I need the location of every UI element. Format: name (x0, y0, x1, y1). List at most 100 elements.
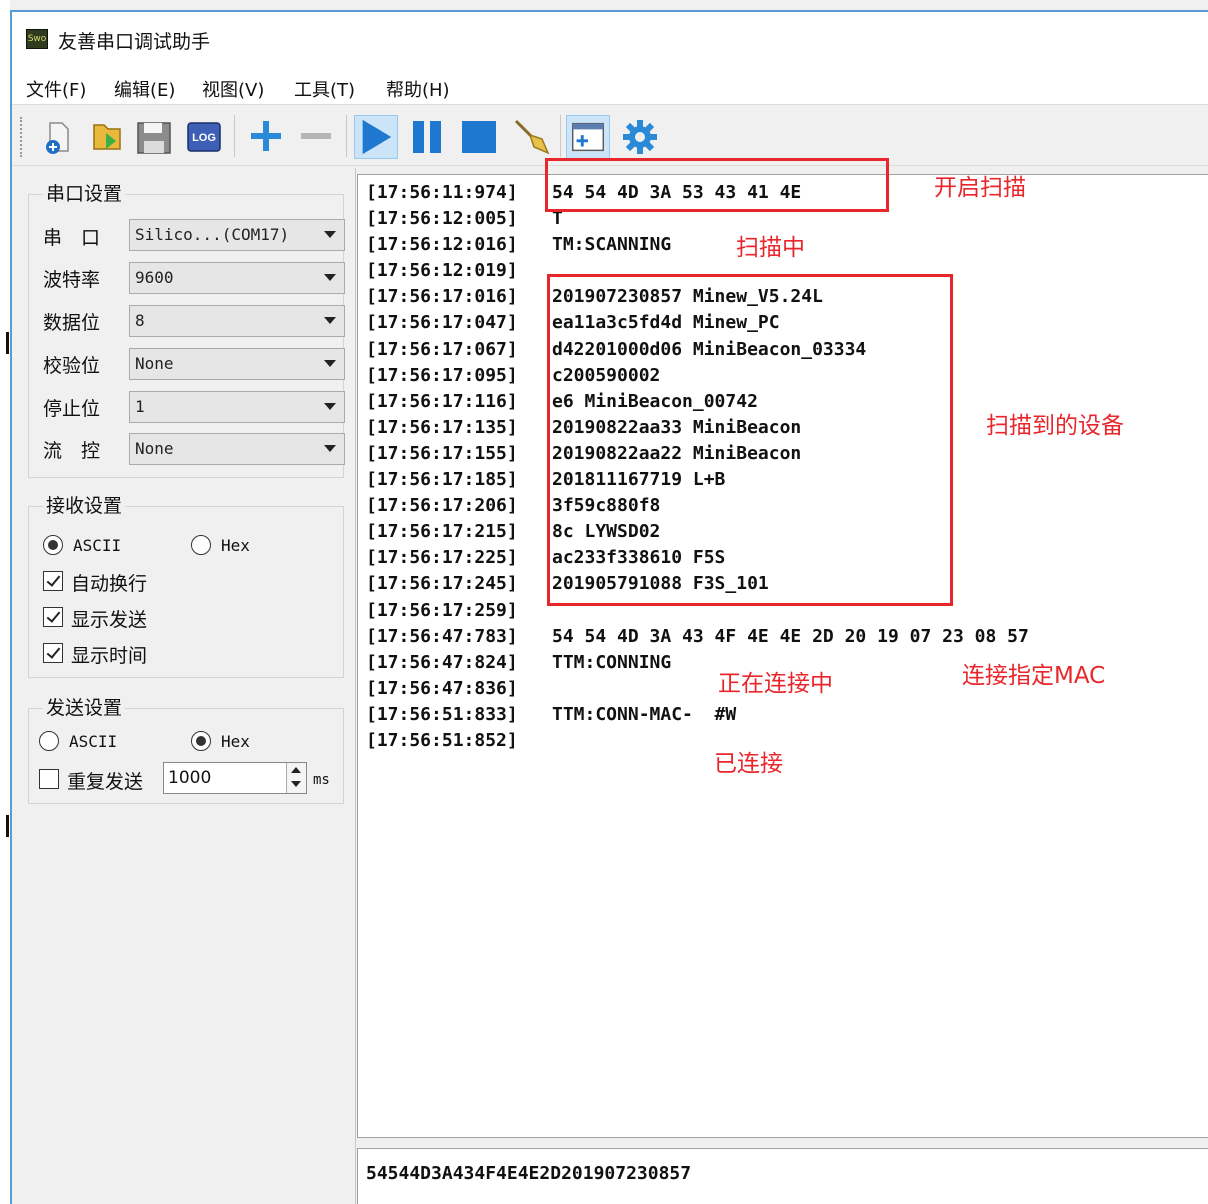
databits-value: 8 (135, 311, 145, 330)
show-send-label: 显示发送 (71, 609, 148, 631)
stopbits-select[interactable]: 1 (129, 391, 345, 423)
settings-gear-icon[interactable] (618, 115, 662, 159)
baud-select[interactable]: 9600 (129, 262, 345, 294)
log-timestamp: [17:56:17:245] (366, 573, 518, 595)
menu-help[interactable]: 帮助(H) (386, 76, 450, 102)
stop-icon[interactable] (458, 115, 502, 159)
databits-label: 数据位 (43, 312, 101, 334)
window-title: 友善串口调试助手 (58, 31, 211, 53)
send-settings-group: 发送设置 ASCII Hex 重复发送 1000 ms (28, 693, 344, 804)
log-timestamp: [17:56:17:155] (366, 442, 518, 464)
play-icon[interactable] (354, 115, 398, 159)
stopbits-value: 1 (135, 397, 145, 416)
toolbar-separator (560, 115, 561, 157)
flow-control-value: None (135, 439, 174, 458)
log-timestamp: [17:56:12:019] (366, 260, 518, 282)
toolbar-separator (346, 115, 347, 157)
send-settings-title: 发送设置 (43, 693, 126, 720)
log-line: [17:56:12:016] TM:SCANNING (366, 232, 1029, 258)
annotation-connected: 已连接 (714, 751, 783, 777)
chevron-down-icon[interactable] (291, 781, 301, 787)
stopbits-label: 停止位 (43, 398, 101, 420)
flow-control-select[interactable]: None (129, 433, 345, 465)
show-send-checkbox[interactable] (43, 607, 63, 627)
chevron-up-icon[interactable] (291, 767, 301, 773)
show-time-checkbox[interactable] (43, 643, 63, 663)
menu-tools[interactable]: 工具(T) (294, 76, 355, 102)
log-line: [17:56:47:824] TTM:CONNING (366, 650, 1029, 676)
toolbar-separator (234, 115, 235, 157)
toolbar-grip[interactable] (20, 117, 24, 157)
repeat-interval-value: 1000 (168, 768, 212, 788)
new-file-icon[interactable] (36, 115, 80, 159)
toolbar: LOG (12, 104, 1208, 166)
chevron-down-icon (324, 274, 336, 281)
port-select[interactable]: Silico...(COM17) (129, 219, 345, 251)
log-timestamp: [17:56:51:833] (366, 703, 518, 725)
show-time-label: 显示时间 (71, 645, 148, 667)
send-hex-label: Hex (221, 732, 250, 751)
receive-ascii-label: ASCII (73, 536, 122, 555)
save-icon[interactable] (132, 115, 176, 159)
send-hex-radio[interactable] (191, 731, 211, 751)
auto-wrap-checkbox[interactable] (43, 571, 63, 591)
log-message: TTM:CONN-MAC- #W (552, 703, 737, 725)
receive-ascii-radio[interactable] (43, 535, 63, 555)
log-message: 54 54 4D 3A 43 4F 4E 4E 2D 20 19 07 23 0… (552, 625, 1029, 647)
log-timestamp: [17:56:47:783] (366, 625, 518, 647)
baud-label: 波特率 (43, 269, 101, 291)
chevron-down-icon (324, 360, 336, 367)
receive-hex-radio[interactable] (191, 535, 211, 555)
chevron-down-icon (324, 231, 336, 238)
open-folder-icon[interactable] (86, 115, 130, 159)
log-timestamp: [17:56:17:135] (366, 416, 518, 438)
start-scan-highlight-box (545, 158, 889, 212)
left-screen-edge (0, 0, 10, 1204)
repeat-send-checkbox[interactable] (39, 769, 59, 789)
log-timestamp: [17:56:17:116] (366, 390, 518, 412)
menu-view[interactable]: 视图(V) (202, 76, 264, 102)
databits-select[interactable]: 8 (129, 305, 345, 337)
found-devices-highlight-box (547, 274, 953, 606)
log-timestamp: [17:56:17:016] (366, 286, 518, 308)
menu-file[interactable]: 文件(F) (26, 76, 86, 102)
log-line: [17:56:47:836] (366, 676, 1029, 702)
repeat-send-label: 重复发送 (67, 771, 144, 793)
log-timestamp: [17:56:17:225] (366, 547, 518, 569)
annotation-found-devices: 扫描到的设备 (986, 413, 1124, 439)
remove-icon[interactable] (294, 115, 338, 159)
send-ascii-radio[interactable] (39, 731, 59, 751)
svg-text:LOG: LOG (192, 132, 216, 144)
add-panel-icon[interactable] (566, 115, 610, 159)
port-label: 串 口 (43, 227, 101, 249)
menu-edit[interactable]: 编辑(E) (114, 76, 175, 102)
log-timestamp: [17:56:51:852] (366, 729, 518, 751)
log-icon[interactable]: LOG (182, 115, 226, 159)
add-icon[interactable] (244, 115, 288, 159)
port-value: Silico...(COM17) (135, 225, 290, 244)
send-ascii-label: ASCII (69, 732, 118, 751)
parity-select[interactable]: None (129, 348, 345, 380)
interval-stepper[interactable] (286, 763, 306, 793)
send-input[interactable]: 54544D3A434F4E4E2D201907230857 (357, 1148, 1208, 1204)
log-timestamp: [17:56:17:215] (366, 521, 518, 543)
clear-broom-icon[interactable] (510, 115, 554, 159)
pause-icon[interactable] (406, 115, 450, 159)
interval-unit-label: ms (313, 772, 330, 788)
chevron-down-icon (324, 403, 336, 410)
auto-wrap-label: 自动换行 (71, 573, 148, 595)
log-timestamp: [17:56:47:836] (366, 677, 518, 699)
log-timestamp: [17:56:12:016] (366, 234, 518, 256)
annotation-start-scan: 开启扫描 (934, 175, 1026, 201)
serial-settings-group: 串口设置 串 口 Silico...(COM17) 波特率 9600 数据位 8… (28, 179, 345, 478)
repeat-interval-input[interactable]: 1000 (163, 762, 307, 794)
log-timestamp: [17:56:17:259] (366, 599, 518, 621)
annotation-connect-mac: 连接指定MAC (962, 663, 1106, 689)
receive-settings-title: 接收设置 (43, 491, 126, 518)
receive-settings-group: 接收设置 ASCII Hex 自动换行 显示发送 显示时间 (28, 491, 344, 678)
log-message: TM:SCANNING (552, 234, 672, 256)
chevron-down-icon (324, 445, 336, 452)
parity-value: None (135, 354, 174, 373)
title-bar: Swo 友善串口调试助手 (12, 12, 1208, 68)
log-timestamp: [17:56:17:185] (366, 469, 518, 491)
